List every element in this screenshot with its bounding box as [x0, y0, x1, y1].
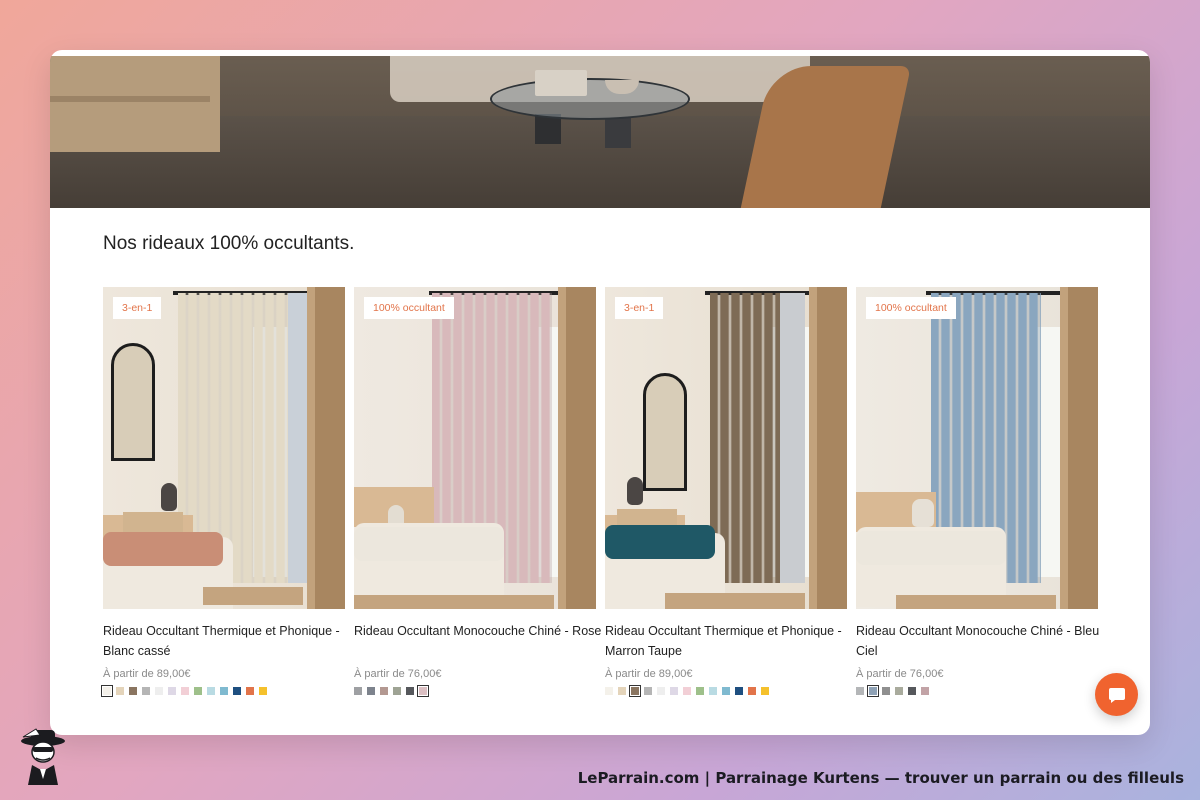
- product-badge: 3-en-1: [113, 297, 162, 319]
- color-swatch[interactable]: [380, 687, 388, 695]
- color-swatches: [101, 685, 267, 697]
- color-swatch[interactable]: [644, 687, 652, 695]
- color-swatch[interactable]: [670, 687, 678, 695]
- color-swatches: [605, 685, 769, 697]
- section-title: Nos rideaux 100% occultants.: [103, 233, 355, 254]
- product-name[interactable]: Rideau Occultant Monocouche Chiné - Bleu…: [856, 621, 1106, 661]
- color-swatch[interactable]: [895, 687, 903, 695]
- color-swatch[interactable]: [194, 687, 202, 695]
- color-swatch[interactable]: [101, 685, 113, 697]
- color-swatch[interactable]: [735, 687, 743, 695]
- color-swatch[interactable]: [748, 687, 756, 695]
- color-swatch[interactable]: [605, 687, 613, 695]
- color-swatch[interactable]: [259, 687, 267, 695]
- color-swatch[interactable]: [629, 685, 641, 697]
- color-swatch[interactable]: [856, 687, 864, 695]
- color-swatch[interactable]: [683, 687, 691, 695]
- color-swatch[interactable]: [116, 687, 124, 695]
- color-swatch[interactable]: [921, 687, 929, 695]
- footer-caption: LeParrain.com | Parrainage Kurtens — tro…: [577, 769, 1184, 787]
- product-image[interactable]: 100% occultant: [856, 287, 1098, 609]
- color-swatch[interactable]: [393, 687, 401, 695]
- product-name[interactable]: Rideau Occultant Thermique et Phonique -…: [605, 621, 855, 661]
- color-swatch[interactable]: [761, 687, 769, 695]
- product-image[interactable]: 100% occultant: [354, 287, 596, 609]
- color-swatch[interactable]: [696, 687, 704, 695]
- color-swatch[interactable]: [155, 687, 163, 695]
- color-swatch[interactable]: [406, 687, 414, 695]
- product-name[interactable]: Rideau Occultant Thermique et Phonique -…: [103, 621, 353, 661]
- product-badge: 100% occultant: [866, 297, 956, 319]
- color-swatch[interactable]: [246, 687, 254, 695]
- color-swatch[interactable]: [207, 687, 215, 695]
- color-swatch[interactable]: [129, 687, 137, 695]
- chat-bubble-icon: [1108, 687, 1125, 703]
- color-swatch[interactable]: [220, 687, 228, 695]
- color-swatch[interactable]: [657, 687, 665, 695]
- product-price: À partir de 89,00€: [605, 668, 693, 680]
- chat-button[interactable]: [1095, 673, 1138, 716]
- product-image[interactable]: 3-en-1: [103, 287, 345, 609]
- product-badge: 100% occultant: [364, 297, 454, 319]
- spy-mascot-logo: [21, 728, 65, 785]
- product-name[interactable]: Rideau Occultant Monocouche Chiné - Rose: [354, 621, 604, 641]
- hero-image: [50, 56, 1150, 208]
- product-image[interactable]: 3-en-1: [605, 287, 847, 609]
- color-swatch[interactable]: [722, 687, 730, 695]
- color-swatch[interactable]: [168, 687, 176, 695]
- color-swatch[interactable]: [867, 685, 879, 697]
- color-swatch[interactable]: [882, 687, 890, 695]
- product-badge: 3-en-1: [615, 297, 664, 319]
- color-swatches: [354, 685, 429, 697]
- product-price: À partir de 89,00€: [103, 668, 191, 680]
- color-swatch[interactable]: [233, 687, 241, 695]
- product-price: À partir de 76,00€: [354, 668, 442, 680]
- color-swatch[interactable]: [142, 687, 150, 695]
- color-swatch[interactable]: [367, 687, 375, 695]
- product-price: À partir de 76,00€: [856, 668, 944, 680]
- color-swatches: [856, 685, 929, 697]
- color-swatch[interactable]: [908, 687, 916, 695]
- page-card: Nos rideaux 100% occultants. 3-en-1 Ride…: [50, 50, 1150, 735]
- color-swatch[interactable]: [354, 687, 362, 695]
- color-swatch[interactable]: [181, 687, 189, 695]
- color-swatch[interactable]: [709, 687, 717, 695]
- color-swatch[interactable]: [618, 687, 626, 695]
- color-swatch[interactable]: [417, 685, 429, 697]
